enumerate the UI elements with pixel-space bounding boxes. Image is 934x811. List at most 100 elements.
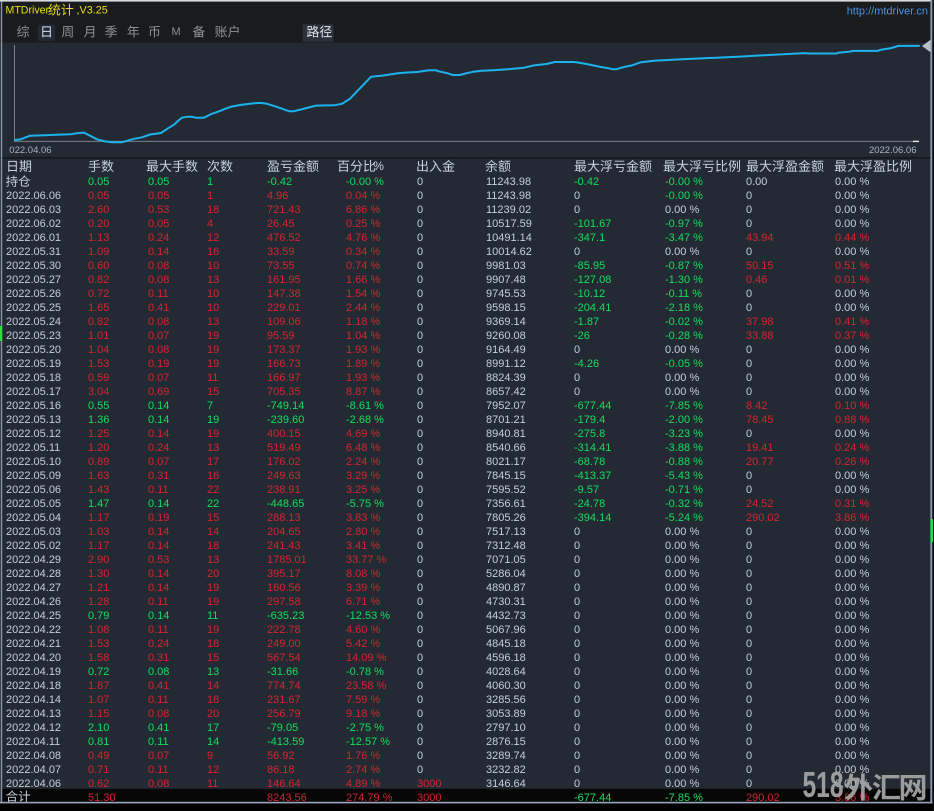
svg-text:0.79: 0.79: [88, 610, 109, 622]
svg-text:-7.85 %: -7.85 %: [665, 792, 703, 804]
svg-text:0: 0: [417, 330, 423, 342]
svg-text:2022.05.23: 2022.05.23: [6, 330, 61, 342]
svg-text:0: 0: [746, 610, 752, 622]
svg-text:0: 0: [746, 302, 752, 314]
svg-text:-275.8: -275.8: [574, 428, 605, 440]
svg-text:-9.57: -9.57: [574, 484, 599, 496]
svg-text:022.04.06: 022.04.06: [9, 145, 51, 156]
svg-text:0: 0: [417, 764, 423, 776]
svg-text:23.58 %: 23.58 %: [346, 680, 387, 692]
svg-text:0: 0: [574, 540, 580, 552]
svg-text:2876.15: 2876.15: [486, 736, 526, 748]
svg-text:24.52: 24.52: [746, 498, 774, 510]
svg-text:0.00 %: 0.00 %: [835, 652, 869, 664]
svg-text:0: 0: [746, 372, 752, 384]
svg-text:2022.05.25: 2022.05.25: [6, 302, 61, 314]
svg-text:9.18 %: 9.18 %: [346, 708, 380, 720]
svg-text:0.07: 0.07: [148, 372, 169, 384]
svg-text:0.41: 0.41: [148, 302, 169, 314]
svg-text:0.24: 0.24: [148, 442, 169, 454]
svg-text:9: 9: [207, 750, 213, 762]
svg-text:-0.71 %: -0.71 %: [665, 484, 703, 496]
svg-text:-413.59: -413.59: [267, 736, 304, 748]
svg-text:-3.47 %: -3.47 %: [665, 232, 703, 244]
svg-text:0: 0: [417, 386, 423, 398]
svg-text:3.39 %: 3.39 %: [346, 582, 380, 594]
svg-text:11243.98: 11243.98: [486, 176, 531, 188]
svg-text:0: 0: [746, 428, 752, 440]
svg-text:1.87: 1.87: [88, 680, 109, 692]
svg-text:0.14: 0.14: [148, 540, 169, 552]
svg-text:20: 20: [207, 708, 219, 720]
svg-text:0: 0: [746, 246, 752, 258]
svg-text:0: 0: [574, 694, 580, 706]
svg-text:-0.02 %: -0.02 %: [665, 316, 703, 328]
svg-text:0.14: 0.14: [148, 610, 169, 622]
svg-text:4.96: 4.96: [267, 190, 288, 202]
svg-text:274.79 %: 274.79 %: [346, 792, 393, 804]
svg-text:7312.48: 7312.48: [486, 540, 526, 552]
svg-text:22: 22: [207, 484, 219, 496]
svg-text:-5.24 %: -5.24 %: [665, 512, 703, 524]
svg-text:0.00 %: 0.00 %: [665, 540, 699, 552]
svg-text:3053.89: 3053.89: [486, 708, 526, 720]
svg-text:10517.59: 10517.59: [486, 218, 532, 230]
svg-text:0.00 %: 0.00 %: [665, 246, 699, 258]
svg-text:18: 18: [207, 540, 219, 552]
svg-text:2022.05.13: 2022.05.13: [6, 414, 61, 426]
svg-text:-0.05 %: -0.05 %: [665, 358, 703, 370]
svg-text:19: 19: [207, 428, 219, 440]
svg-text:7: 7: [207, 400, 213, 412]
svg-text:2022.06.06: 2022.06.06: [869, 145, 917, 156]
svg-text:0.31: 0.31: [148, 652, 169, 664]
svg-text:22: 22: [207, 498, 219, 510]
svg-text:0.00 %: 0.00 %: [665, 624, 699, 636]
svg-text:-179.4: -179.4: [574, 414, 605, 426]
svg-text:288.13: 288.13: [267, 512, 301, 524]
svg-text:0: 0: [417, 484, 423, 496]
svg-text:0: 0: [574, 778, 580, 790]
svg-text:2.10: 2.10: [88, 722, 109, 734]
svg-text:-0.11 %: -0.11 %: [665, 288, 702, 300]
svg-text:0: 0: [417, 176, 423, 188]
svg-text:0: 0: [417, 204, 423, 216]
svg-text:-0.42: -0.42: [267, 176, 292, 188]
svg-text:0.05: 0.05: [88, 176, 109, 188]
svg-text:0: 0: [746, 526, 752, 538]
svg-text:2022.05.11: 2022.05.11: [6, 442, 60, 454]
svg-text:0.08: 0.08: [148, 708, 169, 720]
svg-text:56.92: 56.92: [267, 750, 295, 762]
svg-text:0: 0: [417, 442, 423, 454]
svg-text:0: 0: [417, 428, 423, 440]
svg-text:0: 0: [417, 372, 423, 384]
svg-text:0.00 %: 0.00 %: [835, 638, 869, 650]
svg-text:0.20: 0.20: [88, 218, 109, 230]
svg-text:0: 0: [574, 204, 580, 216]
svg-text:2.60: 2.60: [88, 204, 109, 216]
svg-text:1785.01: 1785.01: [267, 554, 307, 566]
svg-text:0.59: 0.59: [88, 372, 109, 384]
svg-text:0: 0: [746, 722, 752, 734]
svg-text:0.00 %: 0.00 %: [835, 288, 869, 300]
svg-text:0.00 %: 0.00 %: [835, 176, 869, 188]
svg-text:1.09: 1.09: [88, 246, 109, 258]
svg-text:19: 19: [207, 358, 219, 370]
svg-text:2.80 %: 2.80 %: [346, 526, 380, 538]
svg-text:2022.05.20: 2022.05.20: [6, 344, 61, 356]
svg-text:2022.04.26: 2022.04.26: [6, 596, 61, 608]
svg-text:0: 0: [417, 666, 423, 678]
svg-text:20.77: 20.77: [746, 456, 774, 468]
svg-text:1.66 %: 1.66 %: [346, 274, 380, 286]
svg-text:-0.00 %: -0.00 %: [665, 176, 703, 188]
svg-text:0.08: 0.08: [148, 316, 169, 328]
svg-text:0: 0: [574, 386, 580, 398]
svg-text:0: 0: [746, 288, 752, 300]
svg-text:0: 0: [417, 456, 423, 468]
svg-text:4.69 %: 4.69 %: [346, 428, 380, 440]
svg-text:0.00 %: 0.00 %: [665, 652, 699, 664]
svg-text:2022.05.05: 2022.05.05: [6, 498, 61, 510]
svg-text:0: 0: [417, 274, 423, 286]
svg-text:0.00 %: 0.00 %: [835, 582, 869, 594]
svg-text:2022.06.03: 2022.06.03: [6, 204, 61, 216]
svg-text:0.00 %: 0.00 %: [665, 764, 699, 776]
